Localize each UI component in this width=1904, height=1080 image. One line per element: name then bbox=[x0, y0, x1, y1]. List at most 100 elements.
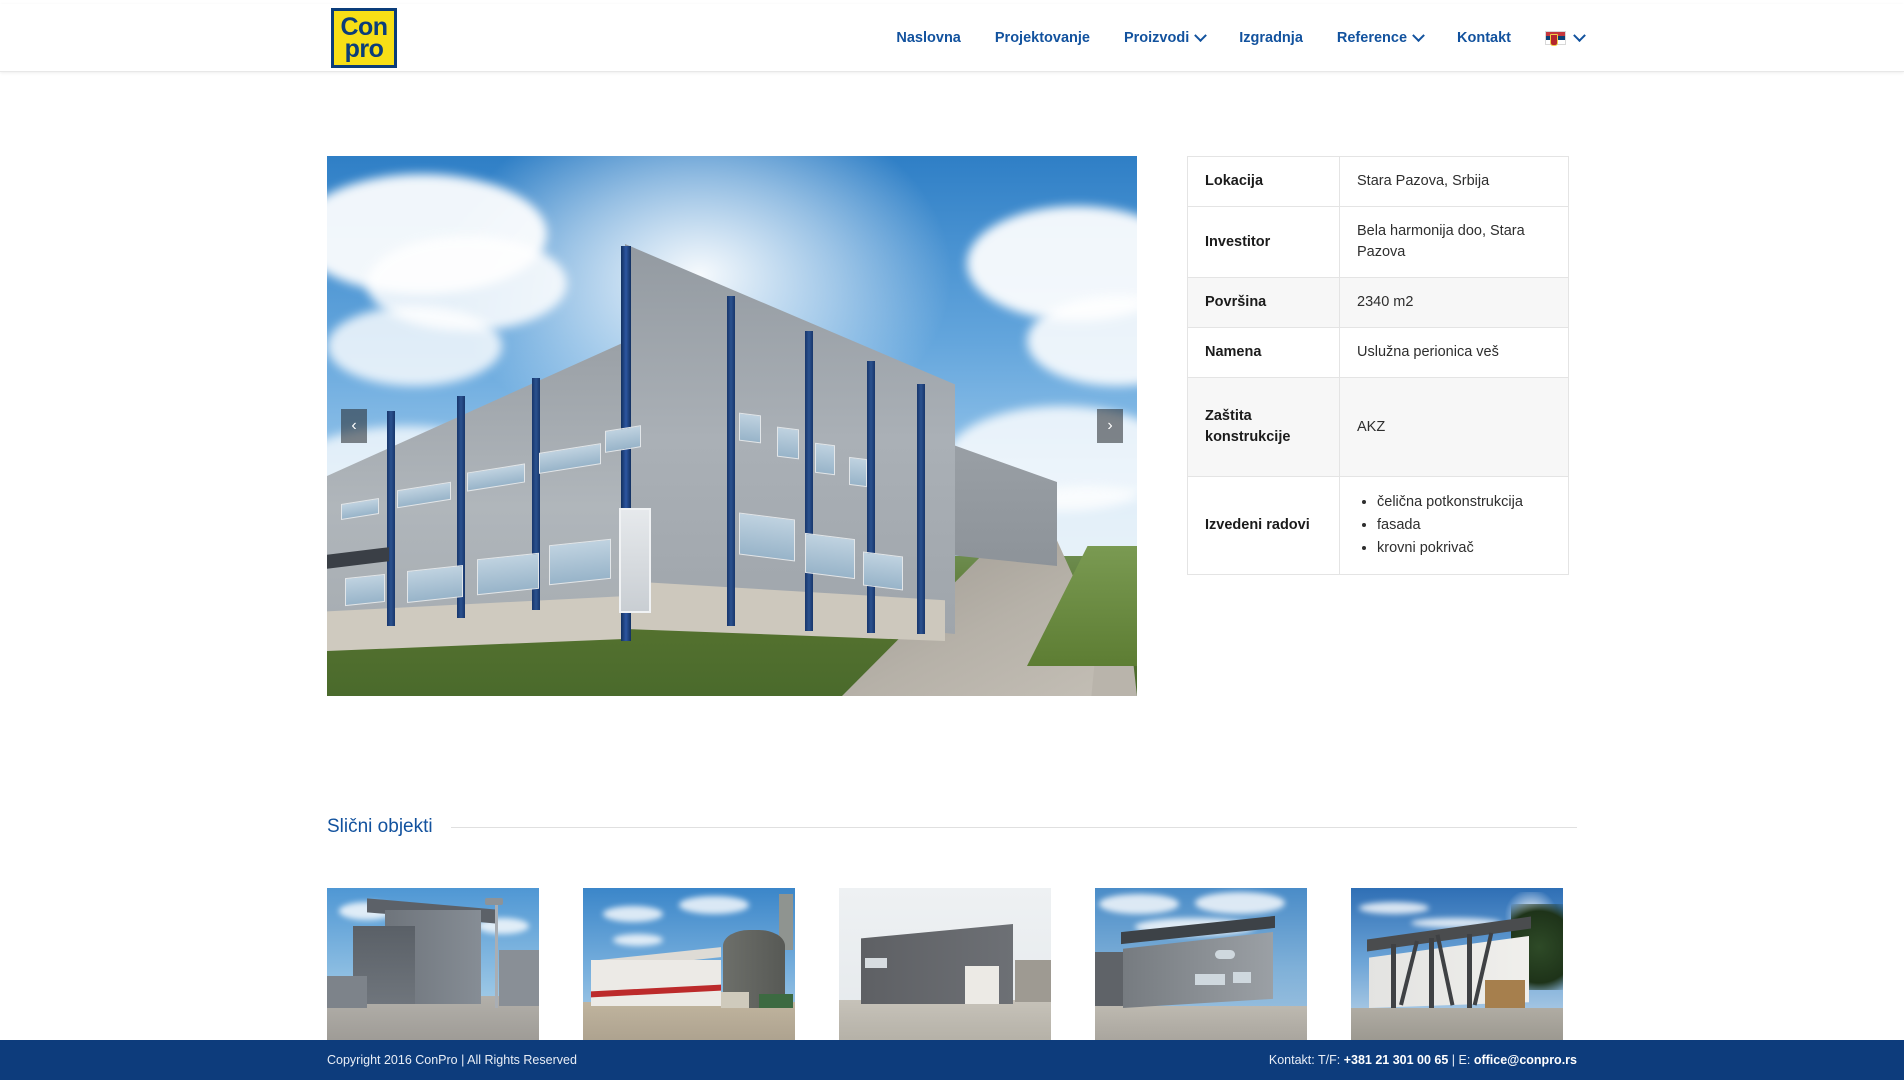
nav-item-proizvodi[interactable]: Proizvodi bbox=[1123, 28, 1208, 46]
nav-label: Izgradnja bbox=[1239, 30, 1303, 46]
steel-column bbox=[867, 361, 875, 633]
info-value: 2340 m2 bbox=[1339, 277, 1569, 328]
steel-column bbox=[917, 384, 925, 634]
similar-objects-gallery bbox=[327, 888, 1577, 1048]
section-title: Slični objekti bbox=[327, 816, 433, 837]
project-detail-row: ‹ › Lokacija Stara Pazova, Srbija Invest… bbox=[327, 156, 1577, 696]
table-row: Zaštita konstrukcije AKZ bbox=[1187, 377, 1569, 477]
contact-phone[interactable]: +381 21 301 00 65 bbox=[1344, 1053, 1449, 1067]
pallet-stack bbox=[1485, 980, 1525, 1008]
nav-item-naslovna[interactable]: Naslovna bbox=[896, 30, 960, 46]
ground-floor-window bbox=[407, 565, 463, 603]
carousel-prev-button[interactable]: ‹ bbox=[341, 409, 367, 443]
facade-window bbox=[815, 442, 835, 476]
similar-objects-header: Slični objekti bbox=[327, 816, 1577, 838]
chevron-down-icon bbox=[1194, 28, 1208, 42]
main-navigation: Naslovna Projektovanje Proizvodi Izgradn… bbox=[896, 4, 1586, 72]
adjacent-building bbox=[1015, 960, 1051, 1002]
info-key: Izvedeni radovi bbox=[1187, 476, 1340, 575]
nav-label: Projektovanje bbox=[994, 30, 1090, 46]
cloud bbox=[603, 906, 663, 922]
chevron-down-icon bbox=[1412, 28, 1425, 42]
cloud bbox=[327, 306, 502, 386]
list-item: krovni pokrivač bbox=[1377, 538, 1551, 560]
nav-item-projektovanje[interactable]: Projektovanje bbox=[995, 30, 1090, 46]
hall-side-wall bbox=[1095, 952, 1125, 1006]
project-info-table: Lokacija Stara Pazova, Srbija Investitor… bbox=[1187, 156, 1569, 576]
thumbnail-1[interactable] bbox=[327, 888, 539, 1048]
facade-window bbox=[739, 412, 761, 444]
site-logo[interactable]: Con pro bbox=[331, 8, 397, 68]
thumbnail-4[interactable] bbox=[1095, 888, 1307, 1048]
language-switcher[interactable] bbox=[1545, 28, 1586, 46]
info-key: Zaštita konstrukcije bbox=[1187, 377, 1340, 477]
logo-line-2: pro bbox=[344, 35, 384, 63]
thumbnail-2[interactable] bbox=[583, 888, 795, 1048]
project-hero-image bbox=[327, 156, 1137, 696]
site-header: Con pro Naslovna Projektovanje Proizvodi… bbox=[0, 4, 1904, 72]
footer-copyright: Copyright 2016 ConPro | All Rights Reser… bbox=[327, 1053, 577, 1067]
nav-label: Naslovna bbox=[896, 30, 961, 46]
nav-label: Proizvodi bbox=[1123, 30, 1190, 46]
cloud bbox=[613, 934, 663, 946]
contact-separator: | E: bbox=[1448, 1053, 1474, 1067]
info-value-list: čelična potkonstrukcija fasada krovni po… bbox=[1340, 477, 1569, 575]
list-item: čelična potkonstrukcija bbox=[1377, 492, 1551, 514]
steel-column bbox=[387, 411, 395, 626]
footer-contact: Kontakt: T/F: +381 21 301 00 65 | E: off… bbox=[1269, 1053, 1577, 1067]
footer-inner: Copyright 2016 ConPro | All Rights Reser… bbox=[327, 1053, 1577, 1067]
nav-item-izgradnja[interactable]: Izgradnja bbox=[1239, 30, 1303, 46]
entrance-door bbox=[619, 508, 651, 613]
horizontal-rule bbox=[450, 826, 1577, 828]
contact-prefix: Kontakt: T/F: bbox=[1268, 1053, 1344, 1067]
thumbnail-3[interactable] bbox=[839, 888, 1051, 1048]
table-row: Investitor Bela harmonija doo, Stara Paz… bbox=[1187, 206, 1569, 278]
white-hall bbox=[591, 960, 721, 1006]
facade-window bbox=[1215, 950, 1235, 959]
nav-item-kontakt[interactable]: Kontakt bbox=[1457, 30, 1511, 46]
info-key: Investitor bbox=[1187, 206, 1340, 278]
contact-email[interactable]: office@conpro.rs bbox=[1474, 1053, 1577, 1067]
green-machine bbox=[759, 994, 793, 1008]
cloud bbox=[1195, 892, 1285, 914]
cloud bbox=[679, 896, 749, 914]
thumbnail-5[interactable] bbox=[1351, 888, 1563, 1048]
steel-post bbox=[1467, 934, 1472, 1008]
info-value: Bela harmonija doo, Stara Pazova bbox=[1357, 223, 1525, 261]
page-content: ‹ › Lokacija Stara Pazova, Srbija Invest… bbox=[0, 156, 1904, 1048]
steel-column bbox=[805, 331, 813, 631]
facade-window bbox=[1233, 972, 1251, 983]
nav-label: Reference bbox=[1336, 30, 1408, 46]
ground-floor-window bbox=[739, 512, 795, 562]
project-image-carousel[interactable]: ‹ › bbox=[327, 156, 1137, 696]
similar-objects-section: Slični objekti bbox=[327, 816, 1577, 1048]
carousel-next-button[interactable]: › bbox=[1097, 409, 1123, 443]
ground-floor-window bbox=[477, 552, 539, 596]
table-row: Lokacija Stara Pazova, Srbija bbox=[1187, 156, 1569, 207]
facade-window bbox=[777, 426, 799, 460]
light-pole bbox=[495, 902, 498, 1008]
cloud bbox=[1099, 894, 1179, 914]
site-footer: Copyright 2016 ConPro | All Rights Reser… bbox=[0, 1040, 1904, 1080]
ground-floor-window bbox=[549, 538, 611, 586]
ground-floor-window bbox=[863, 551, 903, 591]
izvedeni-radovi-list: čelična potkonstrukcija fasada krovni po… bbox=[1357, 492, 1551, 559]
chevron-down-icon bbox=[1573, 28, 1586, 42]
adjacent-building bbox=[499, 950, 539, 1006]
steel-post bbox=[1429, 938, 1434, 1008]
table-row: Izvedeni radovi čelična potkonstrukcija … bbox=[1187, 476, 1569, 575]
lamp-head bbox=[485, 898, 503, 905]
serbia-flag-icon bbox=[1545, 31, 1566, 46]
ground-floor-window bbox=[805, 532, 855, 580]
info-value: Uslužna perionica veš bbox=[1357, 344, 1499, 361]
nav-item-reference[interactable]: Reference bbox=[1336, 28, 1425, 46]
info-value: Stara Pazova, Srbija bbox=[1357, 173, 1490, 189]
info-key: Namena bbox=[1187, 327, 1340, 378]
info-key: Površina bbox=[1187, 277, 1340, 328]
info-key: Lokacija bbox=[1187, 156, 1340, 207]
list-item: fasada bbox=[1377, 515, 1551, 537]
roller-door bbox=[965, 966, 999, 1004]
table-row: Površina 2340 m2 bbox=[1187, 277, 1569, 328]
nav-label: Kontakt bbox=[1457, 30, 1511, 46]
side-container bbox=[327, 976, 367, 1008]
